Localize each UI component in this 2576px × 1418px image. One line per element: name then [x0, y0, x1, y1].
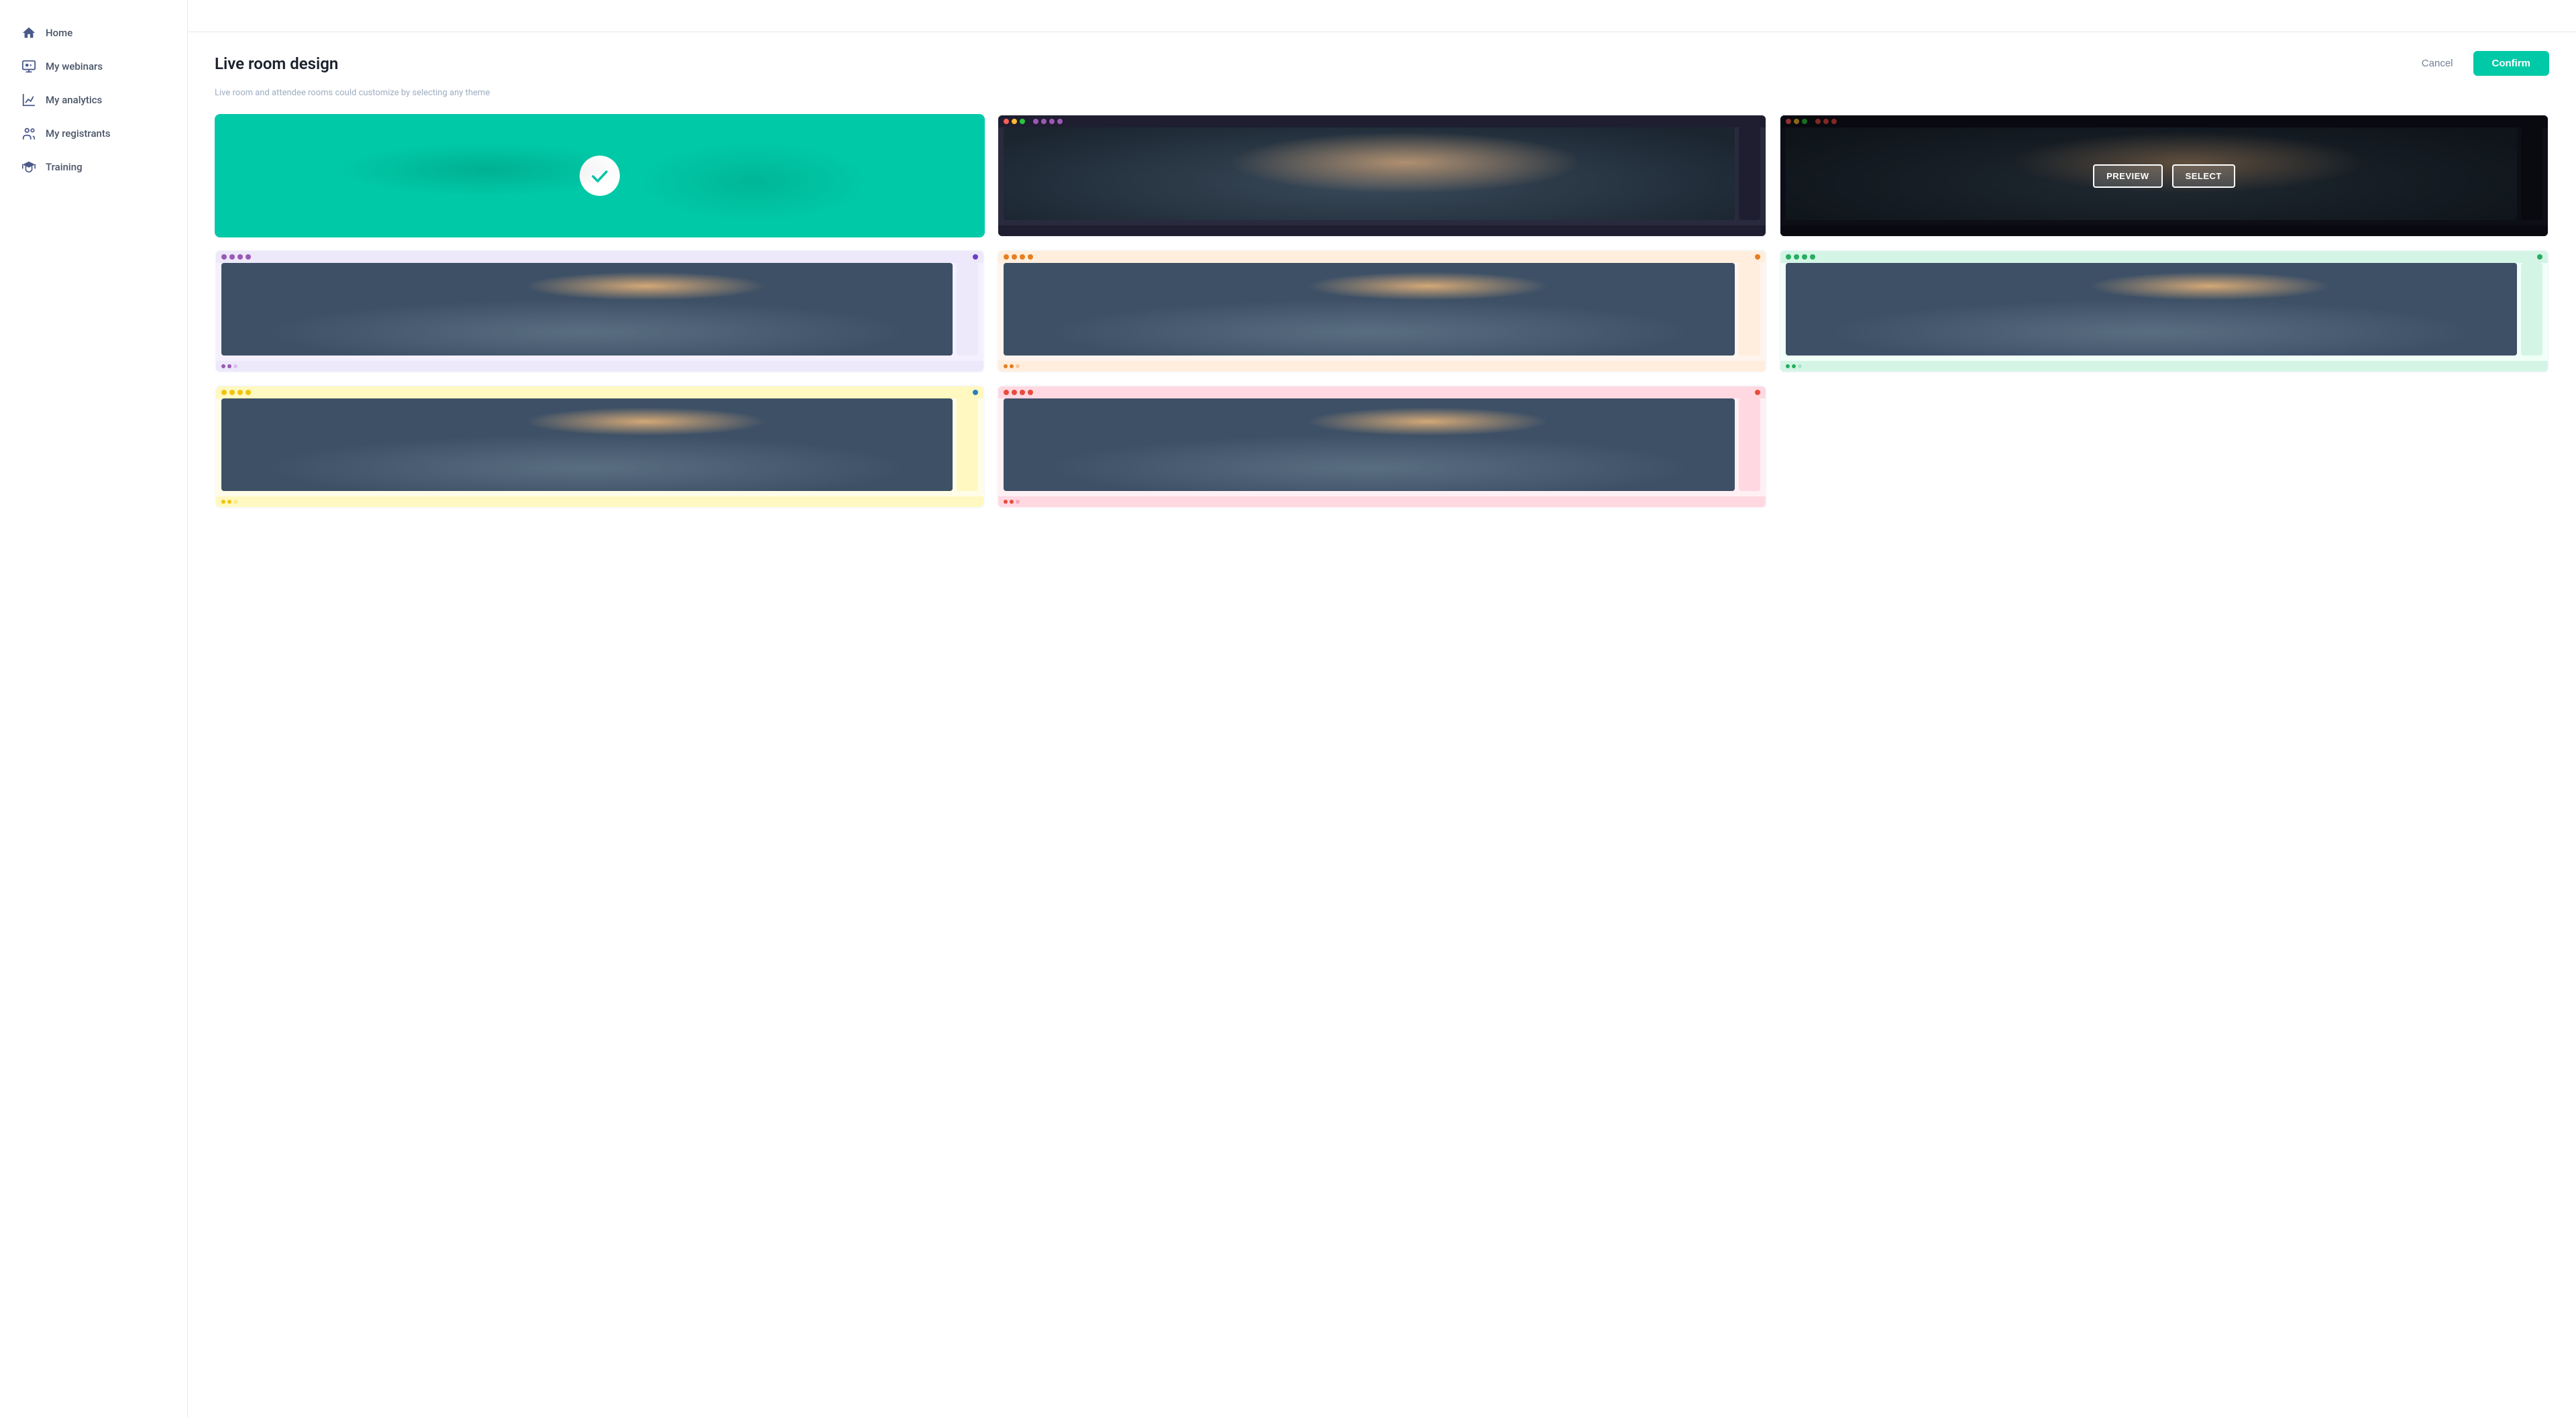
sidebar-item-my-registrants[interactable]: My registrants: [0, 117, 187, 150]
home-icon: [21, 25, 36, 40]
sidebar-item-my-analytics-label: My analytics: [46, 94, 102, 106]
themes-grid: PREVIEW SELECT: [215, 114, 2549, 508]
theme-card-dark2[interactable]: PREVIEW SELECT: [1779, 114, 2549, 237]
sidebar-item-training[interactable]: Training: [0, 150, 187, 184]
cancel-button[interactable]: Cancel: [2412, 52, 2463, 74]
sidebar-item-my-webinars[interactable]: My webinars: [0, 50, 187, 83]
preview-button-light-pink[interactable]: PREVIEW: [1311, 435, 1380, 459]
theme-overlay-dark2: PREVIEW SELECT: [1780, 115, 2548, 236]
topbar: [188, 0, 2576, 32]
header-actions: Cancel Confirm: [2412, 51, 2549, 76]
main-content: Live room design Cancel Confirm Live roo…: [188, 0, 2576, 1418]
preview-button-light-mint[interactable]: PREVIEW: [2093, 300, 2162, 323]
sidebar-item-my-webinars-label: My webinars: [46, 60, 103, 72]
sidebar-item-my-registrants-label: My registrants: [46, 127, 111, 140]
theme-card-light-pink[interactable]: PREVIEW SELECT: [997, 385, 1767, 508]
content-panel: Live room design Cancel Confirm Live roo…: [188, 32, 2576, 1418]
registrants-icon: [21, 126, 36, 141]
analytics-icon: [21, 93, 36, 107]
select-button-light-purple[interactable]: SELECT: [608, 300, 671, 323]
preview-button-light-purple[interactable]: PREVIEW: [529, 300, 598, 323]
select-button-light-pink[interactable]: SELECT: [1390, 435, 1453, 459]
select-button-dark[interactable]: SELECT: [1390, 164, 1453, 188]
select-button-dark2[interactable]: SELECT: [2172, 164, 2235, 188]
preview-button-dark[interactable]: PREVIEW: [1311, 164, 1380, 188]
preview-button-light-yellow[interactable]: PREVIEW: [529, 435, 598, 459]
theme-card-light-mint[interactable]: PREVIEW SELECT: [1779, 250, 2549, 373]
sidebar: Home My webinars My analytics My registr…: [0, 0, 188, 1418]
webinars-icon: [21, 59, 36, 74]
theme-card-selected[interactable]: [215, 114, 985, 237]
select-button-light-peach[interactable]: SELECT: [1390, 300, 1453, 323]
confirm-button[interactable]: Confirm: [2473, 51, 2550, 76]
select-button-light-yellow[interactable]: SELECT: [608, 435, 671, 459]
preview-button-dark2[interactable]: PREVIEW: [2093, 164, 2162, 188]
theme-card-light-yellow[interactable]: PREVIEW SELECT: [215, 385, 985, 508]
theme-card-light-peach[interactable]: PREVIEW SELECT: [997, 250, 1767, 373]
select-button-light-mint[interactable]: SELECT: [2172, 300, 2235, 323]
subtitle-text: Live room and attendee rooms could custo…: [215, 88, 2549, 98]
sidebar-item-home[interactable]: Home: [0, 16, 187, 50]
panel-header: Live room design Cancel Confirm: [215, 51, 2549, 76]
page-title: Live room design: [215, 54, 338, 73]
theme-card-dark[interactable]: PREVIEW SELECT: [997, 114, 1767, 237]
theme-card-light-purple[interactable]: PREVIEW SELECT: [215, 250, 985, 373]
sidebar-item-home-label: Home: [46, 27, 72, 39]
preview-button-light-peach[interactable]: PREVIEW: [1311, 300, 1380, 323]
selected-bg: [216, 115, 983, 236]
sidebar-item-training-label: Training: [46, 161, 83, 173]
training-icon: [21, 160, 36, 174]
sidebar-item-my-analytics[interactable]: My analytics: [0, 83, 187, 117]
theme-preview-selected: [216, 115, 983, 236]
